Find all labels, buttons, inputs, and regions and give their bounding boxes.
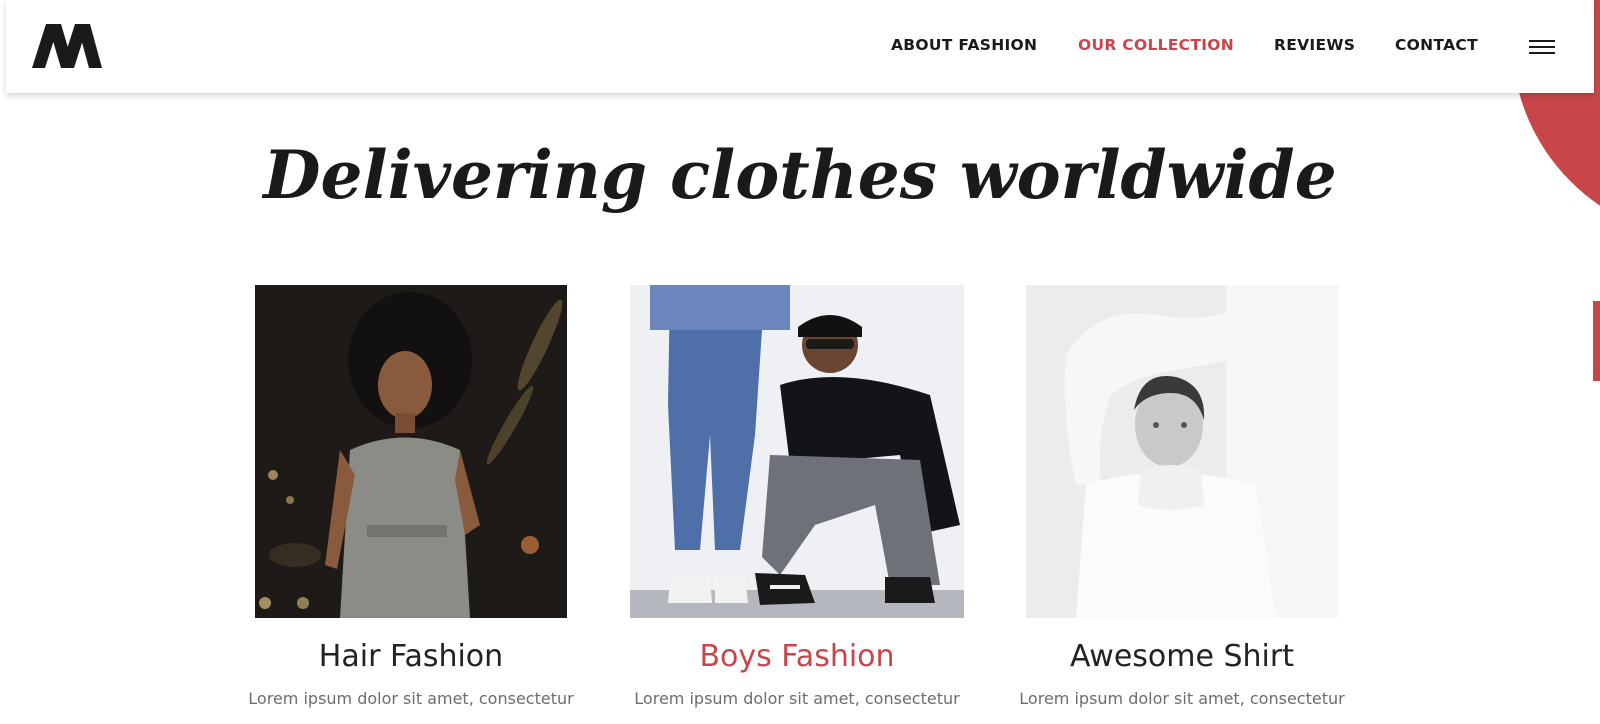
- card-title[interactable]: Hair Fashion: [215, 639, 607, 674]
- nav-reviews[interactable]: REVIEWS: [1274, 36, 1355, 54]
- woman-portrait-image: [255, 285, 567, 618]
- card-description: Lorem ipsum dolor sit amet, consectetur: [1019, 689, 1345, 708]
- page-title: Delivering clothes worldwide: [263, 136, 1337, 215]
- card-description: Lorem ipsum dolor sit amet, consectetur: [248, 689, 574, 708]
- brand-logo[interactable]: [32, 24, 102, 68]
- nav-about-fashion[interactable]: ABOUT FASHION: [891, 36, 1037, 54]
- nav-contact[interactable]: CONTACT: [1395, 36, 1478, 54]
- site-header: ABOUT FASHION OUR COLLECTION REVIEWS CON…: [6, 0, 1594, 93]
- couple-portrait-image: [630, 285, 964, 618]
- card-photo[interactable]: [630, 285, 964, 618]
- woman-sweater-image: [1026, 285, 1338, 618]
- nav-our-collection[interactable]: OUR COLLECTION: [1078, 36, 1234, 54]
- card-title[interactable]: Boys Fashion: [590, 639, 1004, 674]
- page: ABOUT FASHION OUR COLLECTION REVIEWS CON…: [0, 0, 1600, 724]
- card-photo[interactable]: [255, 285, 567, 618]
- hamburger-menu-icon[interactable]: [1529, 38, 1555, 55]
- card-description: Lorem ipsum dolor sit amet, consectetur: [634, 689, 960, 708]
- card-title[interactable]: Awesome Shirt: [986, 639, 1378, 674]
- decorative-side-bar: [1593, 301, 1600, 381]
- card-photo[interactable]: [1026, 285, 1338, 618]
